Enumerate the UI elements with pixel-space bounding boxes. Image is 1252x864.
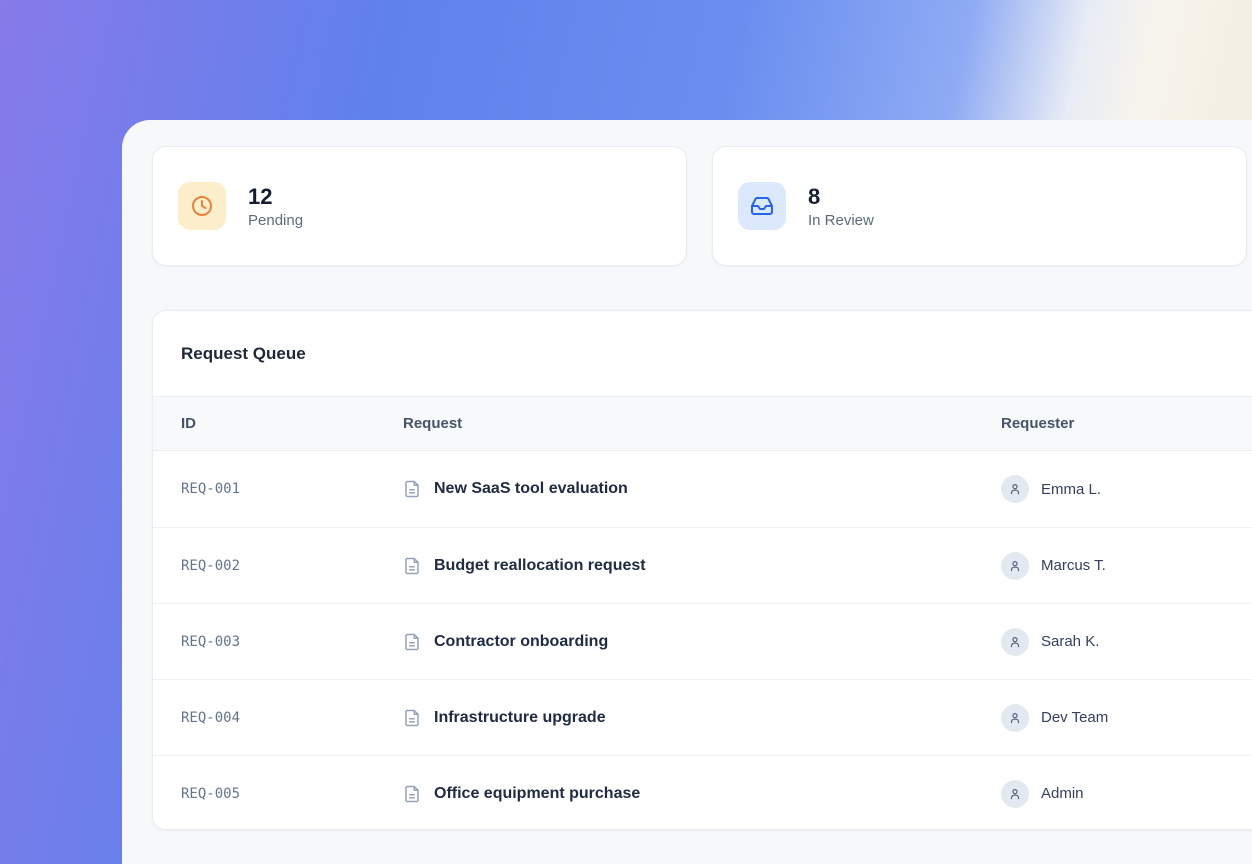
request-title: New SaaS tool evaluation <box>434 480 628 498</box>
requester-name: Admin <box>1041 785 1084 802</box>
table-column-header: ID Request Requester <box>153 397 1252 451</box>
column-header-request: Request <box>403 415 1001 432</box>
queue-panel-header: Request Queue <box>153 311 1252 397</box>
user-avatar <box>1001 552 1029 580</box>
table-row[interactable]: REQ-004 Infrastructure upgrade Dev Team <box>153 679 1252 755</box>
user-avatar <box>1001 704 1029 732</box>
user-avatar <box>1001 628 1029 656</box>
in-review-label: In Review <box>808 212 874 229</box>
file-text-icon <box>403 480 421 498</box>
file-text-icon <box>403 557 421 575</box>
stat-card-in-review: 8 In Review <box>712 146 1247 266</box>
file-text-icon <box>403 785 421 803</box>
inbox-icon <box>738 182 786 230</box>
file-text-icon <box>403 709 421 727</box>
in-review-count: 8 <box>808 183 874 211</box>
table-row[interactable]: REQ-005 Office equipment purchase Admin <box>153 755 1252 830</box>
clock-icon <box>178 182 226 230</box>
table-row[interactable]: REQ-002 Budget reallocation request Marc… <box>153 527 1252 603</box>
table-row[interactable]: REQ-001 New SaaS tool evaluation Emma L. <box>153 451 1252 527</box>
request-title: Infrastructure upgrade <box>434 709 606 727</box>
requester-name: Emma L. <box>1041 481 1101 498</box>
request-id: REQ-005 <box>181 786 403 802</box>
user-avatar <box>1001 780 1029 808</box>
table-row[interactable]: REQ-003 Contractor onboarding Sarah K. <box>153 603 1252 679</box>
stats-row: 12 Pending 8 In Review <box>152 146 1247 266</box>
column-header-id: ID <box>181 415 403 432</box>
request-id: REQ-002 <box>181 558 403 574</box>
user-avatar <box>1001 475 1029 503</box>
requester-name: Sarah K. <box>1041 633 1099 650</box>
file-text-icon <box>403 633 421 651</box>
table-body: REQ-001 New SaaS tool evaluation Emma L. <box>153 451 1252 830</box>
requester-name: Marcus T. <box>1041 557 1106 574</box>
request-title: Contractor onboarding <box>434 633 608 651</box>
request-title: Budget reallocation request <box>434 557 646 575</box>
request-id: REQ-003 <box>181 634 403 650</box>
main-content-panel: 12 Pending 8 In Review Request Queue ID <box>122 120 1252 864</box>
requester-name: Dev Team <box>1041 709 1108 726</box>
queue-title: Request Queue <box>181 344 306 364</box>
stat-card-pending: 12 Pending <box>152 146 687 266</box>
request-title: Office equipment purchase <box>434 785 640 803</box>
request-id: REQ-001 <box>181 481 403 497</box>
request-id: REQ-004 <box>181 710 403 726</box>
pending-count: 12 <box>248 183 303 211</box>
column-header-requester: Requester <box>1001 415 1252 432</box>
request-queue-panel: Request Queue ID Request Requester REQ-0… <box>152 310 1252 830</box>
pending-label: Pending <box>248 212 303 229</box>
